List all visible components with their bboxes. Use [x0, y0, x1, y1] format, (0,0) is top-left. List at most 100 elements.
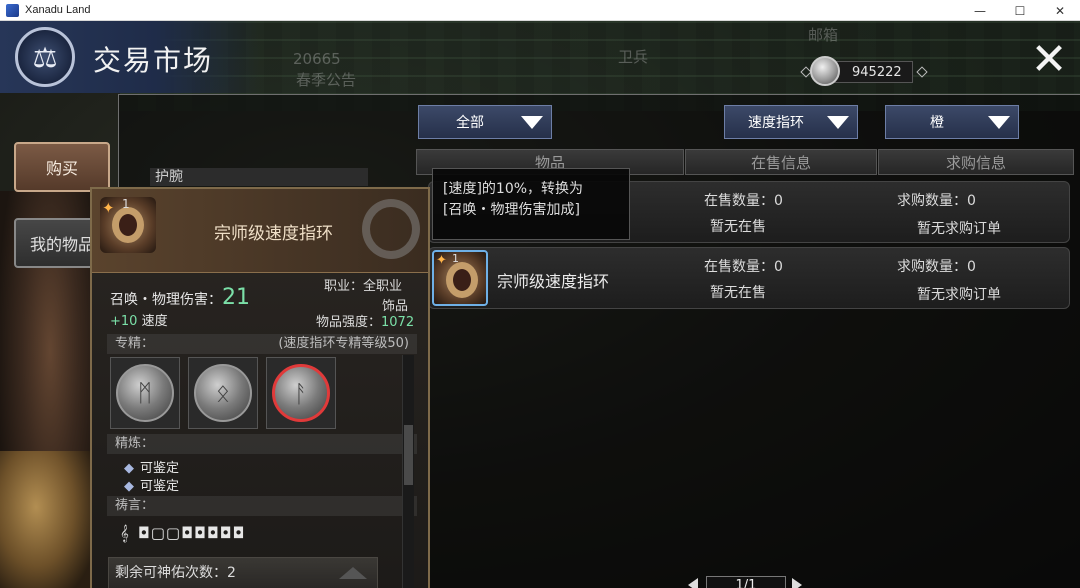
prayer-rune-text: ◘▢▢◘◘◘◘◘ — [137, 524, 246, 542]
buy-tab[interactable]: 购买 — [14, 142, 110, 192]
coin-value: 945222 — [852, 65, 902, 80]
item-detail-panel: ✦ 1 宗师级速度指环 召唤・物理伤害：21 +10 速度 职业：全职业 饰品 … — [90, 187, 430, 588]
refine-label: 精炼： — [115, 436, 155, 451]
refine-item: ◆ 可鉴定 — [124, 457, 179, 476]
buy-status: 暂无求购订单 — [917, 287, 1001, 303]
skill-tooltip: [速度]的10%，转换为 [召唤・物理伤害加成] — [432, 168, 630, 240]
buy-status: 暂无求购订单 — [917, 221, 1001, 237]
chevron-up-icon[interactable] — [339, 567, 367, 579]
item-level: 1 — [122, 197, 130, 211]
sale-count: 在售数量：0 — [704, 193, 783, 209]
window-titlebar: Xanadu Land — ☐ ✕ — [0, 0, 1080, 21]
minimize-button[interactable]: — — [960, 0, 1000, 21]
prev-page-icon[interactable] — [688, 578, 698, 588]
prayer-runes: 𝄞 ◘▢▢◘◘◘◘◘ — [120, 524, 245, 542]
scroll-thumb[interactable] — [404, 425, 413, 485]
item-level: 1 — [452, 252, 459, 265]
category-dropdown[interactable]: 全部 — [418, 105, 552, 139]
item-detail-name: 宗师级速度指环 — [214, 224, 333, 244]
category-dropdown-label: 全部 — [456, 115, 484, 131]
primary-stat-value: 21 — [222, 285, 250, 310]
item-power: 物品强度：1072 — [316, 311, 414, 330]
detail-scrollbar[interactable] — [402, 355, 414, 588]
mastery-requirement: (速度指环专精等级50) — [278, 336, 409, 351]
star-badge-icon: ✦ — [436, 253, 447, 268]
music-note-icon: 𝄞 — [120, 524, 130, 542]
background-guard: 卫兵 — [618, 48, 649, 66]
primary-stat: 召唤・物理伤害：21 — [110, 285, 250, 310]
item-power-label: 物品强度： — [316, 315, 382, 330]
category-header: 护腕 — [150, 168, 368, 186]
secondary-stat-value: +10 — [110, 314, 138, 329]
secondary-stat-label: 速度 — [137, 314, 168, 329]
item-class: 职业：全职业 — [324, 279, 403, 294]
maximize-button[interactable]: ☐ — [1000, 0, 1040, 21]
background-notice: 春季公告 — [296, 71, 357, 89]
background-mailbox: 邮箱 — [808, 26, 839, 44]
chevron-down-icon — [988, 115, 1010, 129]
item-power-value: 1072 — [381, 315, 415, 330]
listing-row[interactable]: ✦ 1 宗师级速度指环 在售数量：0 暂无在售 求购数量：0 暂无求购订单 — [428, 247, 1070, 309]
sale-count: 在售数量：0 — [704, 259, 783, 275]
mastery-section: 专精： (速度指环专精等级50) — [107, 334, 417, 354]
mastery-label: 专精： — [115, 336, 155, 351]
scales-icon: ⚖ — [15, 27, 75, 87]
star-badge-icon: ✦ — [102, 199, 115, 217]
coin-display: 945222 — [800, 56, 928, 86]
skill-rune-icon: ᛗ — [116, 364, 174, 422]
mastery-skill-slot[interactable]: ᛟ — [188, 357, 258, 429]
prayer-label: 祷言： — [115, 498, 155, 513]
page-title: 交易市场 — [93, 44, 214, 77]
refine-text: 可鉴定 — [140, 461, 180, 476]
page-indicator: 1/1 — [706, 576, 786, 588]
header-banner: ⚖ 交易市场 — [0, 21, 260, 93]
blessings-label: 剩余可神佑次数： — [115, 565, 227, 581]
skill-rune-icon: ᚨ — [272, 364, 330, 422]
item-name: 宗师级速度指环 — [497, 272, 610, 291]
background-count: 20665 — [293, 50, 341, 68]
tooltip-line: [速度]的10%，转换为 — [443, 181, 584, 197]
blessings-row: 剩余可神佑次数：2 — [108, 557, 378, 588]
refine-item: ◆ 可鉴定 — [124, 475, 179, 494]
quality-dropdown[interactable]: 橙 — [885, 105, 1019, 139]
ring-item-icon: ✦ 1 — [100, 197, 156, 253]
window-controls: — ☐ ✕ — [960, 0, 1080, 21]
diamond-icon: ◆ — [124, 461, 134, 476]
mastery-skill-slot-selected[interactable]: ᚨ — [266, 357, 336, 429]
ring-icon — [446, 262, 478, 298]
character-portrait — [0, 451, 90, 588]
ring-decoration-icon — [362, 199, 420, 259]
pagination: 1/1 — [688, 576, 802, 588]
diamond-icon: ◆ — [124, 479, 134, 494]
tooltip-line: [召唤・物理伤害加成] — [443, 202, 580, 218]
sale-status: 暂无在售 — [710, 285, 766, 301]
column-header-wanted[interactable]: 求购信息 — [878, 149, 1074, 175]
sale-status: 暂无在售 — [710, 219, 766, 235]
close-window-button[interactable]: ✕ — [1040, 0, 1080, 21]
game-viewport: 20665 春季公告 邮箱 卫兵 ⚖ 交易市场 945222 ✕ 购买 我的物品… — [0, 21, 1080, 588]
next-page-icon[interactable] — [792, 578, 802, 588]
prayer-section: 祷言： — [107, 496, 417, 516]
ring-icon — [112, 207, 144, 243]
buy-count: 求购数量：0 — [897, 259, 976, 275]
column-header-on-sale[interactable]: 在售信息 — [685, 149, 877, 175]
chevron-down-icon — [521, 115, 543, 129]
type-dropdown[interactable]: 速度指环 — [724, 105, 858, 139]
close-market-button[interactable]: ✕ — [1028, 38, 1070, 82]
quality-dropdown-label: 橙 — [930, 115, 944, 131]
item-detail-header: ✦ 1 宗师级速度指环 — [92, 189, 428, 273]
app-icon — [6, 3, 19, 17]
buy-count: 求购数量：0 — [897, 193, 976, 209]
ring-item-icon[interactable]: ✦ 1 — [432, 250, 488, 306]
window-title: Xanadu Land — [25, 4, 91, 16]
ornament-right-icon — [916, 66, 928, 78]
skill-rune-icon: ᛟ — [194, 364, 252, 422]
refine-section: 精炼： — [107, 434, 417, 454]
secondary-stat: +10 速度 — [110, 310, 168, 329]
blessings-value: 2 — [227, 565, 236, 581]
mastery-skill-slot[interactable]: ᛗ — [110, 357, 180, 429]
chevron-down-icon — [827, 115, 849, 129]
refine-text: 可鉴定 — [140, 479, 180, 494]
primary-stat-label: 召唤・物理伤害： — [110, 292, 222, 308]
silver-coin-icon — [810, 56, 840, 86]
